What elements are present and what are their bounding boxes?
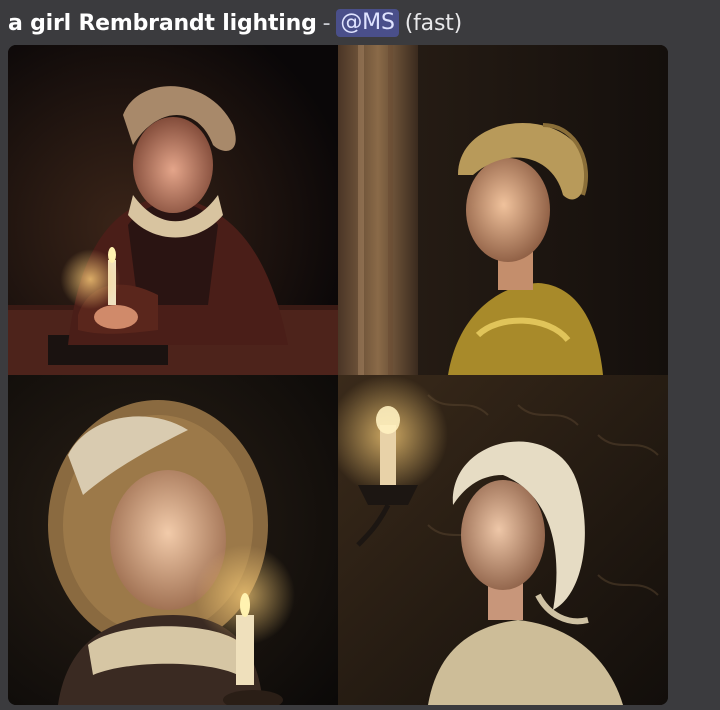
generation-mode: (fast)	[404, 10, 463, 36]
portrait-candle-table-image	[8, 45, 338, 375]
generated-image-4[interactable]	[338, 375, 668, 705]
prompt-text: a girl Rembrandt lighting	[8, 10, 317, 36]
generated-image-2[interactable]	[338, 45, 668, 375]
generated-image-3[interactable]	[8, 375, 338, 705]
user-mention[interactable]: @MS	[336, 9, 399, 37]
message-header: a girl Rembrandt lighting - @MS (fast)	[8, 6, 462, 40]
portrait-curly-hair-candle-image	[8, 375, 338, 705]
portrait-white-hood-sconce-image	[338, 375, 668, 705]
generated-image-1[interactable]	[8, 45, 338, 375]
separator: -	[322, 10, 331, 36]
image-grid[interactable]	[8, 45, 668, 705]
portrait-curtain-headscarf-image	[338, 45, 668, 375]
